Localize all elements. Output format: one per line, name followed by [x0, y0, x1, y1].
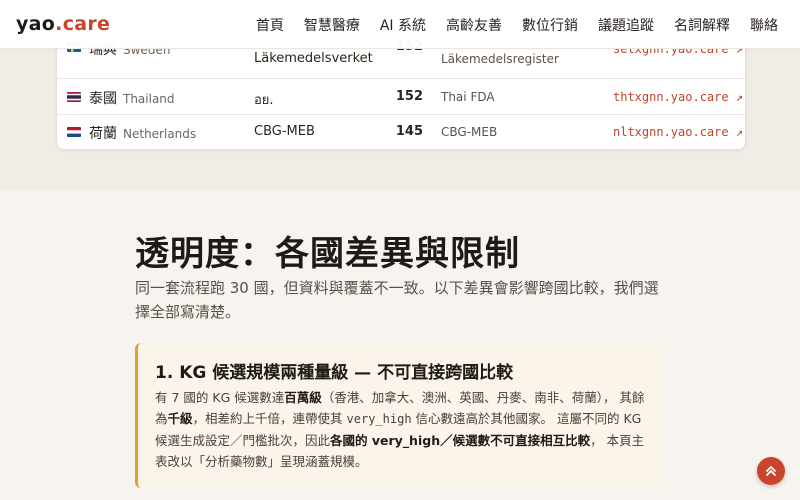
nav-item-issue-tracking[interactable]: 議題追蹤 [598, 15, 654, 35]
nav-item-glossary[interactable]: 名詞解釋 [674, 15, 730, 35]
register-name: Thai FDA [441, 90, 495, 104]
double-chevron-up-icon [766, 466, 776, 476]
section-intro: 同一套流程跑 30 國，但資料與覆蓋不一致。以下差異會影響跨國比較，我們選擇全部… [135, 279, 659, 321]
thailand-flag-icon [67, 92, 81, 102]
nav-item-ai-system[interactable]: AI 系統 [380, 15, 426, 35]
limitation-callout: 1. KG 候選規模兩種量級 — 不可直接跨國比較 有 7 國的 KG 候選數達… [135, 343, 664, 488]
top-navbar: yao.care 首頁 智慧醫療 AI 系統 高齡友善 數位行銷 議題追蹤 名詞… [0, 0, 800, 49]
callout-title: 1. KG 候選規模兩種量級 — 不可直接跨國比較 [155, 363, 514, 383]
country-site-link[interactable]: nltxgnn.yao.care ↗ [613, 125, 743, 139]
nav-item-digital-marketing[interactable]: 數位行銷 [522, 15, 578, 35]
netherlands-flag-icon [67, 127, 81, 137]
nav-item-senior-friendly[interactable]: 高齡友善 [446, 15, 502, 35]
callout-body: 有 7 國的 KG 候選數達百萬級（香港、加拿大、澳洲、英國、丹麥、南非、荷蘭）… [155, 390, 645, 469]
table-row: 泰國 Thailand อย. 152 Thai FDA thtxgnn.yao.… [57, 78, 745, 115]
nav-item-contact[interactable]: 聯絡 [750, 15, 778, 35]
site-logo[interactable]: yao.care [16, 13, 110, 35]
main-nav: 首頁 智慧醫療 AI 系統 高齡友善 數位行銷 議題追蹤 名詞解釋 聯絡 [236, 15, 778, 35]
drug-count: 152 [395, 89, 423, 104]
country-name: 泰國 Thailand [89, 91, 175, 107]
section-heading: 透明度：各國差異與限制 [135, 234, 520, 274]
agency-name: อย. [254, 93, 274, 108]
agency-name: CBG-MEB [254, 124, 315, 139]
country-site-link[interactable]: thtxgnn.yao.care ↗ [613, 90, 743, 104]
register-name: Läkemedelsregister [441, 52, 559, 66]
drug-count: 145 [395, 124, 423, 139]
table-row: 荷蘭 Netherlands CBG-MEB 145 CBG-MEB nltxgn… [57, 114, 745, 149]
register-name: CBG-MEB [441, 125, 498, 139]
country-name: 荷蘭 Netherlands [89, 126, 197, 142]
back-to-top-button[interactable] [757, 457, 785, 485]
nav-item-home[interactable]: 首頁 [256, 15, 284, 35]
agency-name: Läkemedelsverket [254, 51, 373, 66]
nav-item-smart-health[interactable]: 智慧醫療 [304, 15, 360, 35]
